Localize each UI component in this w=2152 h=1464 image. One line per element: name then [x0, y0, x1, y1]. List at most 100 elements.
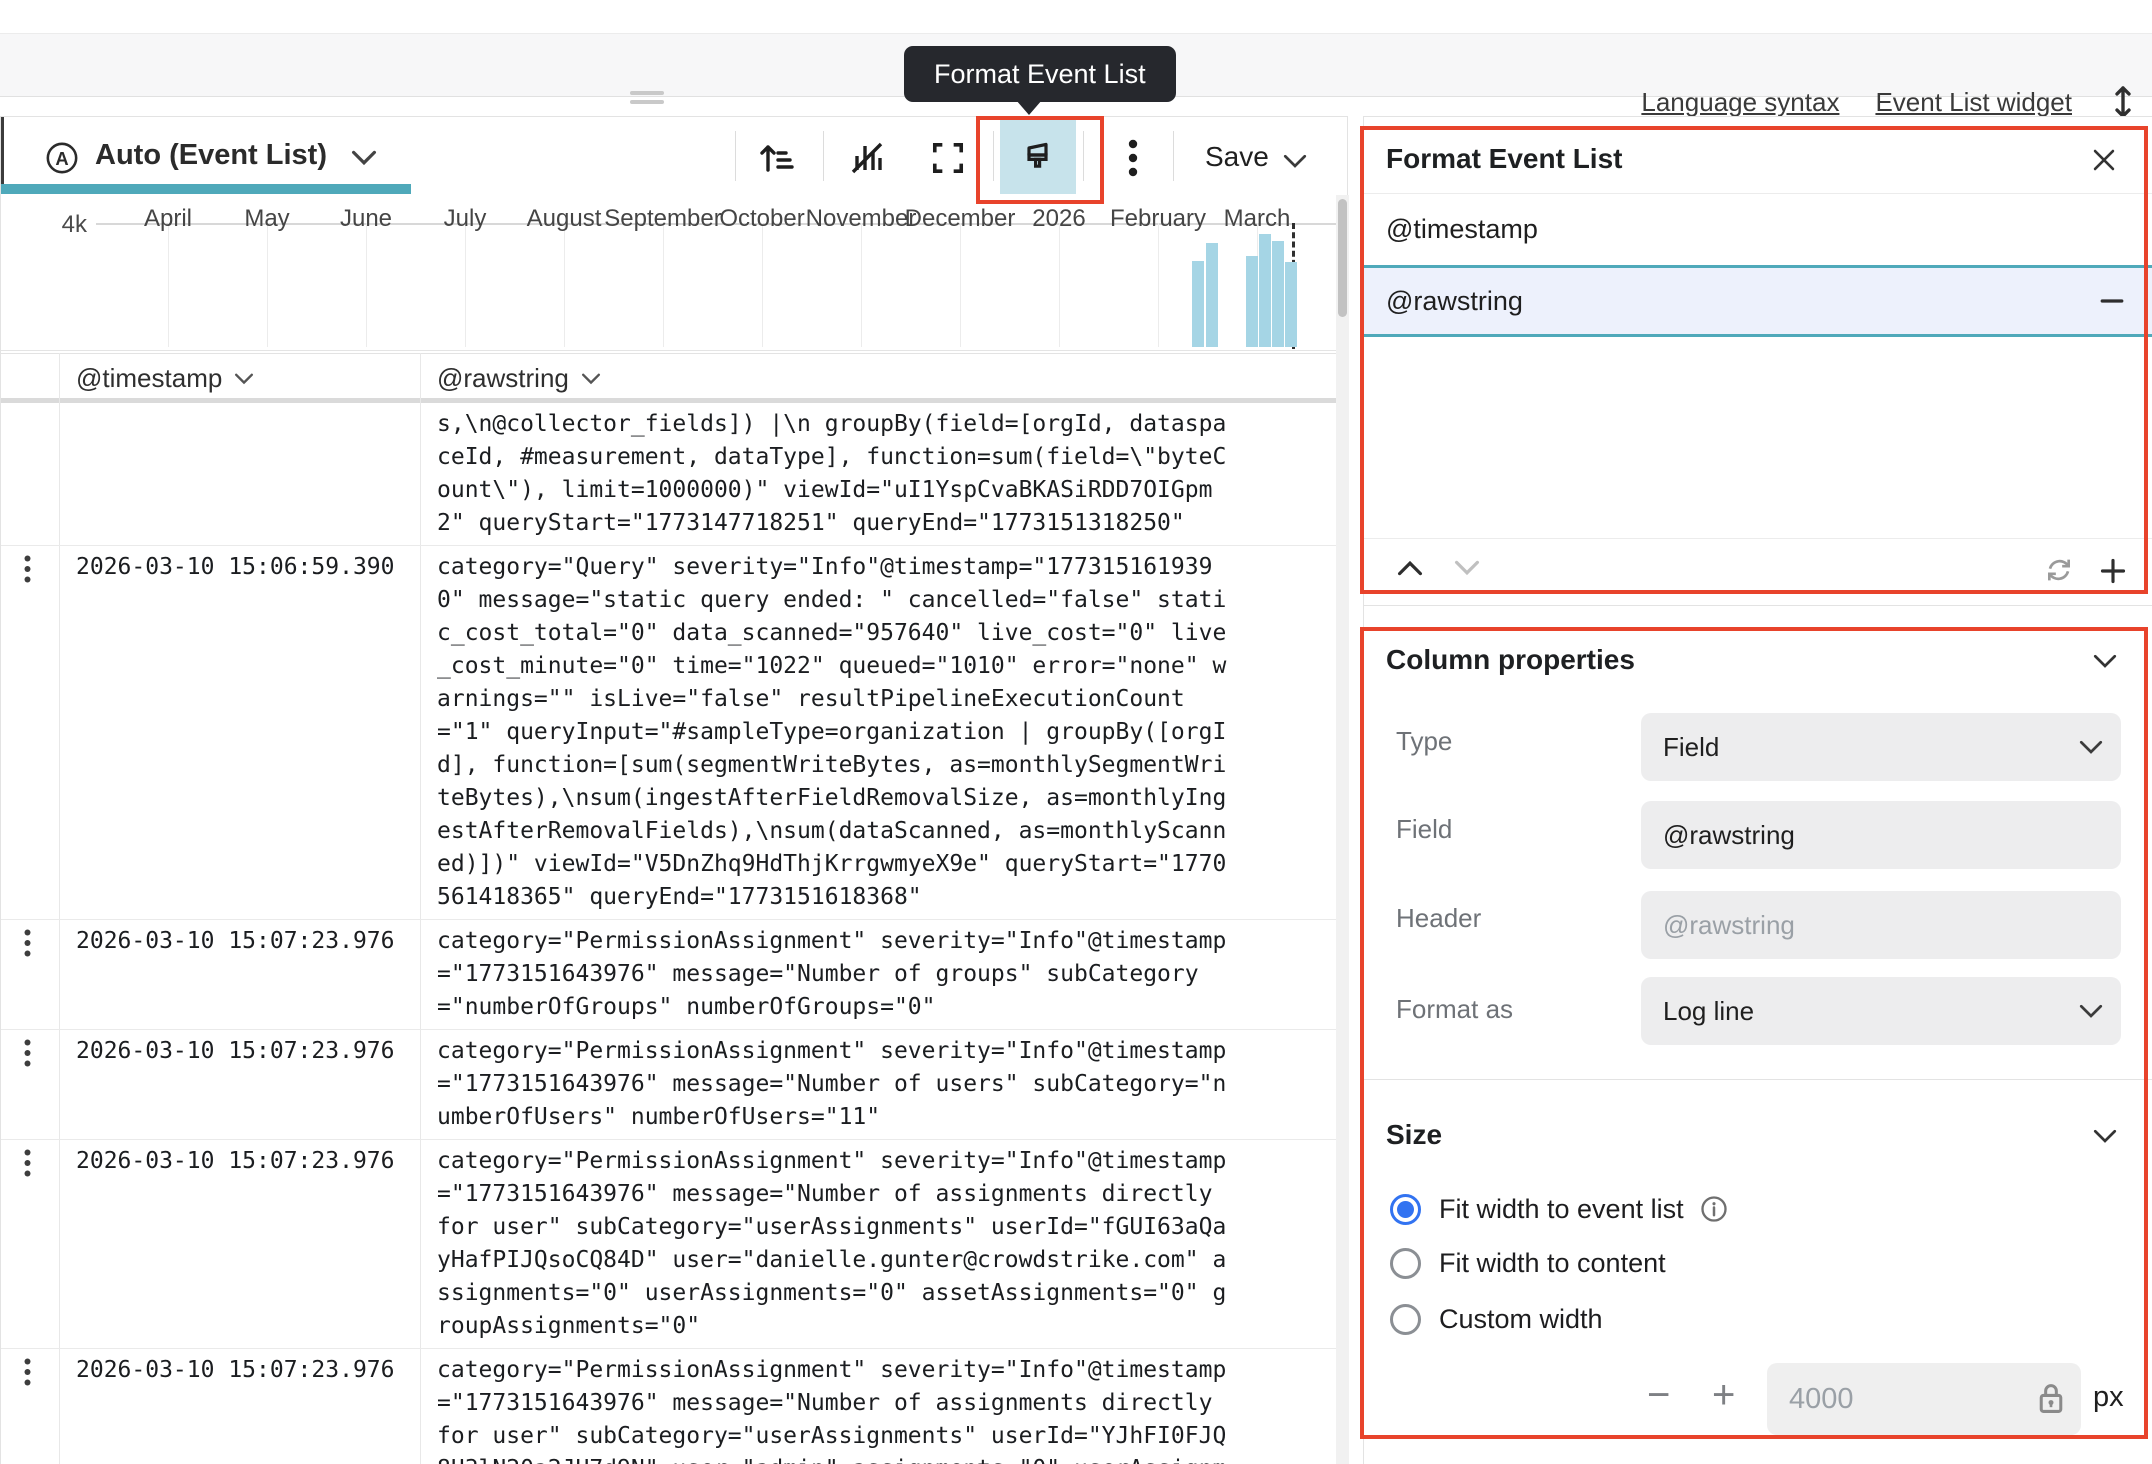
radio-selected-icon[interactable]: [1390, 1194, 1421, 1225]
radio-fit-width-to-content[interactable]: Fit width to content: [1364, 1243, 2124, 1283]
toggle-histogram-button[interactable]: [849, 139, 885, 177]
event-timestamp: 2026-03-10 15:07:23.976: [76, 1145, 395, 1178]
add-field-icon[interactable]: [2099, 557, 2127, 585]
reset-fields-icon[interactable]: [2044, 555, 2074, 585]
chevron-down-icon: [2079, 1004, 2103, 1019]
chevron-down-icon: [234, 373, 254, 385]
event-row[interactable]: 2026-03-10 15:07:23.976 category="Permiss…: [1, 1349, 1336, 1464]
widget-menu-button[interactable]: [1115, 139, 1151, 177]
drag-handle[interactable]: [630, 91, 664, 105]
radio-icon[interactable]: [1390, 1248, 1421, 1279]
language-syntax-link[interactable]: Language syntax: [1641, 87, 1839, 118]
gridline: [1158, 223, 1159, 347]
tooltip-text: Format Event List: [934, 59, 1146, 90]
month-tick-label: December: [905, 205, 1016, 233]
info-icon[interactable]: [1700, 1195, 1728, 1223]
field-input[interactable]: [1641, 801, 2121, 869]
header-input[interactable]: [1641, 891, 2121, 959]
save-button[interactable]: Save: [1205, 141, 1269, 173]
event-list-widget-pane: A Auto (Event List) Save: [0, 116, 1348, 1464]
format-as-label: Format as: [1396, 994, 1513, 1025]
gridline: [663, 223, 664, 347]
toolbar-separator: [1173, 131, 1174, 181]
event-table-body: s,\n@collector_fields]) |\n groupBy(fiel…: [1, 403, 1336, 1464]
move-field-up-icon[interactable]: [1397, 560, 1423, 576]
toolbar-separator: [1083, 131, 1084, 181]
month-tick-label: August: [527, 205, 602, 233]
collapse-section-icon[interactable]: [2093, 654, 2117, 669]
header-label: Header: [1396, 903, 1481, 934]
column-header-rawstring[interactable]: @rawstring: [437, 363, 601, 394]
field-item-timestamp[interactable]: @timestamp: [1364, 193, 2152, 265]
increase-width-button[interactable]: +: [1712, 1377, 1735, 1413]
row-menu-icon[interactable]: [23, 1148, 32, 1183]
row-menu-icon[interactable]: [23, 554, 32, 589]
type-select[interactable]: Field: [1641, 713, 2121, 781]
format-event-list-button[interactable]: [1020, 139, 1056, 177]
save-chevron-down-icon[interactable]: [1283, 154, 1307, 174]
fullscreen-button[interactable]: [930, 139, 966, 177]
column-header-timestamp[interactable]: @timestamp: [76, 363, 254, 394]
toolbar-separator: [823, 131, 824, 181]
remove-field-icon[interactable]: [2099, 288, 2125, 314]
radio-fit-width-to-event-list[interactable]: Fit width to event list: [1364, 1189, 2124, 1229]
gridline: [762, 223, 763, 347]
active-tab-indicator: [1, 184, 411, 194]
sort-button[interactable]: [758, 139, 794, 177]
event-timestamp: 2026-03-10 15:07:23.976: [76, 1354, 395, 1387]
histogram-bar: [1246, 256, 1258, 347]
custom-width-field: [1767, 1363, 2081, 1435]
column-properties-title: Column properties: [1386, 644, 1635, 676]
gridline: [861, 223, 862, 347]
format-as-select[interactable]: Log line: [1641, 977, 2121, 1045]
gridline: [1059, 223, 1060, 347]
month-tick-label: February: [1110, 205, 1206, 233]
toolbar-separator: [993, 131, 994, 181]
auto-format-icon: A: [45, 141, 79, 180]
move-field-down-icon[interactable]: [1454, 560, 1480, 576]
event-timestamp: 2026-03-10 15:07:23.976: [76, 1035, 395, 1068]
app-screen: Language syntax Event List widget Format…: [0, 0, 2152, 1464]
histogram-bar: [1206, 243, 1218, 347]
event-rawstring: category="PermissionAssignment" severity…: [437, 1145, 1317, 1343]
row-menu-icon[interactable]: [23, 928, 32, 963]
event-rawstring: s,\n@collector_fields]) |\n groupBy(fiel…: [437, 408, 1317, 540]
collapse-section-icon[interactable]: [2093, 1129, 2117, 1144]
scrollbar-track[interactable]: [1336, 195, 1349, 1464]
decrease-width-button[interactable]: −: [1647, 1377, 1670, 1413]
row-menu-icon[interactable]: [23, 1038, 32, 1073]
month-tick-label: November: [806, 205, 917, 233]
radio-custom-width[interactable]: Custom width: [1364, 1299, 2124, 1339]
scrollbar-thumb[interactable]: [1338, 199, 1347, 317]
gridline: [465, 223, 466, 347]
time-histogram[interactable]: 4k AprilMayJuneJulyAugustSeptemberOctobe…: [1, 194, 1347, 351]
event-row[interactable]: s,\n@collector_fields]) |\n groupBy(fiel…: [1, 403, 1336, 546]
month-tick-label: September: [604, 205, 721, 233]
divider: [1364, 538, 2152, 539]
month-tick-label: July: [444, 205, 487, 233]
pane-edge: [1, 117, 4, 194]
section-divider: [1364, 605, 2152, 606]
custom-width-input[interactable]: [1789, 1383, 1989, 1416]
event-list-widget-link[interactable]: Event List widget: [1875, 87, 2072, 118]
event-row[interactable]: 2026-03-10 15:07:23.976 category="Permiss…: [1, 1030, 1336, 1140]
field-item-rawstring[interactable]: @rawstring: [1364, 265, 2152, 337]
event-row[interactable]: 2026-03-10 15:07:23.976category="Permiss…: [1, 920, 1336, 1030]
close-icon[interactable]: [2091, 147, 2117, 173]
month-tick-label: March: [1224, 205, 1291, 233]
svg-text:A: A: [55, 148, 68, 169]
histogram-bar: [1285, 262, 1297, 347]
event-rawstring: category="PermissionAssignment" severity…: [437, 1354, 1317, 1464]
row-menu-icon[interactable]: [23, 1357, 32, 1392]
month-tick-label: May: [244, 205, 289, 233]
widget-type-title[interactable]: Auto (Event List): [95, 139, 327, 172]
gridline: [564, 223, 565, 347]
radio-icon[interactable]: [1390, 1304, 1421, 1335]
event-rawstring: category="PermissionAssignment" severity…: [437, 1035, 1317, 1134]
gridline: [960, 223, 961, 347]
event-row[interactable]: 2026-03-10 15:06:59.390category="Query" …: [1, 546, 1336, 920]
histogram-bar: [1272, 241, 1284, 347]
chevron-down-icon[interactable]: [351, 150, 377, 171]
event-row[interactable]: 2026-03-10 15:07:23.976 category="Permiss…: [1, 1140, 1336, 1349]
event-rawstring: category="Query" severity="Info"@timesta…: [437, 551, 1317, 914]
